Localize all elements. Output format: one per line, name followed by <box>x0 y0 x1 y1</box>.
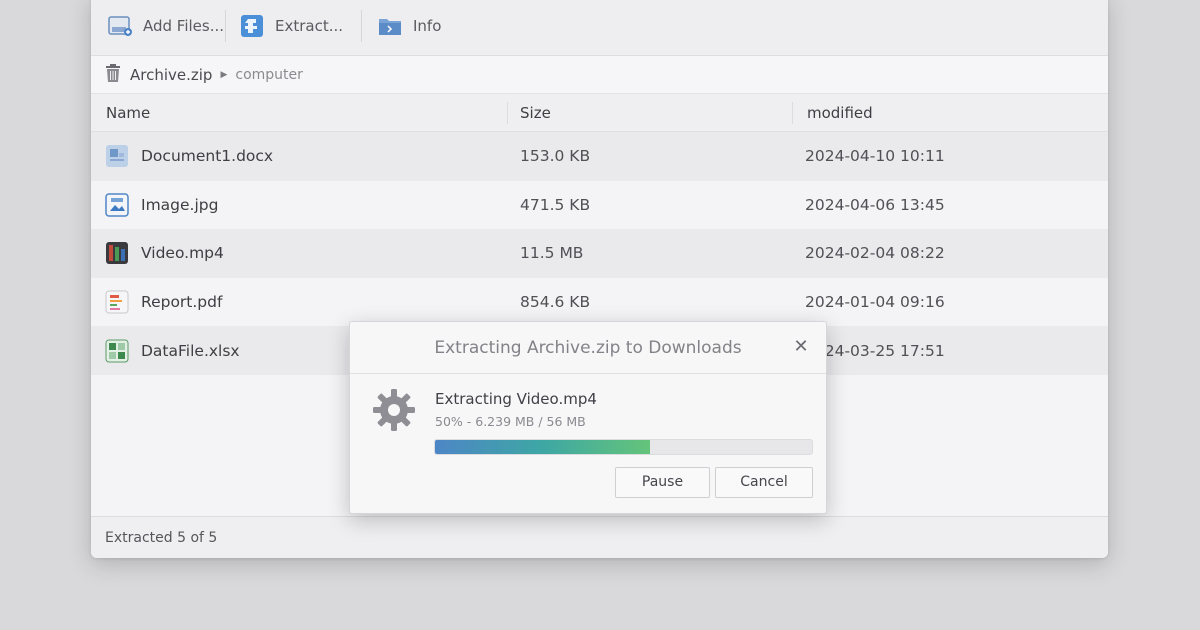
pdf-file-icon <box>105 290 129 314</box>
table-row[interactable]: Video.mp4 11.5 MB 2024-02-04 08:22 <box>91 229 1108 278</box>
toolbar-divider <box>361 10 362 42</box>
add-files-label: Add Files... <box>143 17 225 35</box>
file-size: 153.0 KB <box>520 147 591 166</box>
file-modified: 2024-02-04 08:22 <box>805 244 945 263</box>
table-row[interactable]: Image.jpg 471.5 KB 2024-04-06 13:45 <box>91 181 1108 230</box>
breadcrumb-archive[interactable]: Archive.zip <box>130 66 212 84</box>
file-modified: 2024-01-04 09:16 <box>805 293 945 312</box>
progress-bar-fill <box>435 440 650 454</box>
trash-icon <box>104 63 122 87</box>
status-bar: Extracted 5 of 5 <box>91 516 1108 558</box>
file-modified: 2024-04-06 13:45 <box>805 195 945 214</box>
dialog-title: Extracting Archive.zip to Downloads <box>350 322 826 374</box>
video-file-icon <box>105 241 129 265</box>
file-size: 471.5 KB <box>520 195 591 214</box>
file-list-header: Name Size modified <box>91 94 1108 132</box>
column-divider <box>507 102 508 124</box>
add-files-button[interactable]: Add Files... <box>107 8 224 44</box>
table-row[interactable]: Report.pdf 854.6 KB 2024-01-04 09:16 <box>91 278 1108 327</box>
table-row[interactable]: Document1.docx 153.0 KB 2024-04-10 10:11 <box>91 132 1108 181</box>
breadcrumb-arrow-icon: ▶ <box>220 69 228 80</box>
gear-icon <box>372 388 416 432</box>
file-name: Video.mp4 <box>141 244 224 263</box>
extract-progress-dialog: Extracting Archive.zip to Downloads ✕ Ex… <box>349 321 827 514</box>
info-button[interactable]: Info <box>377 8 441 44</box>
column-divider <box>792 102 793 124</box>
file-name: Report.pdf <box>141 293 223 312</box>
info-folder-icon <box>377 13 403 39</box>
add-files-icon <box>107 13 133 39</box>
progress-bar <box>434 439 813 455</box>
cancel-button[interactable]: Cancel <box>715 467 813 498</box>
file-size: 11.5 MB <box>520 244 584 263</box>
spreadsheet-file-icon <box>105 339 129 363</box>
extract-button[interactable]: Extract... <box>239 8 343 44</box>
toolbar-divider <box>225 10 226 42</box>
extract-icon <box>239 13 265 39</box>
file-name: Image.jpg <box>141 195 219 214</box>
column-name[interactable]: Name <box>106 94 150 132</box>
file-size: 854.6 KB <box>520 293 591 312</box>
docx-file-icon <box>105 144 129 168</box>
current-file-label: Extracting Video.mp4 <box>435 390 597 408</box>
file-name: Document1.docx <box>141 147 274 166</box>
file-name: DataFile.xlsx <box>141 341 240 360</box>
image-file-icon <box>105 193 129 217</box>
column-size[interactable]: Size <box>520 94 551 132</box>
info-label: Info <box>413 17 442 35</box>
column-modified[interactable]: modified <box>807 94 873 132</box>
extract-label: Extract... <box>275 17 344 35</box>
breadcrumb: Archive.zip ▶ computer <box>91 56 1108 94</box>
file-modified: 2024-04-10 10:11 <box>805 147 945 166</box>
toolbar: Add Files... Extract... Info <box>91 0 1108 56</box>
progress-text: 50% - 6.239 MB / 56 MB <box>435 414 586 429</box>
breadcrumb-computer[interactable]: computer <box>235 67 303 83</box>
pause-button[interactable]: Pause <box>615 467 710 498</box>
close-icon[interactable]: ✕ <box>790 336 812 358</box>
